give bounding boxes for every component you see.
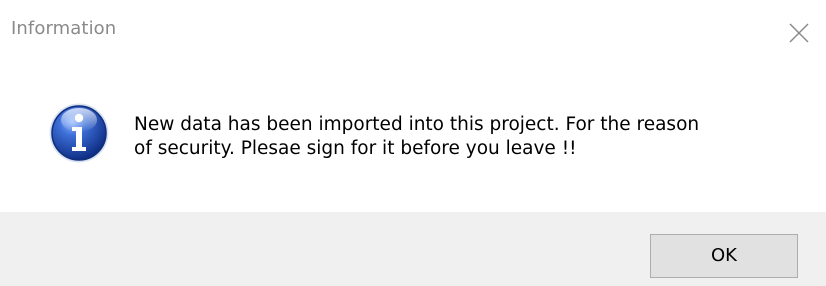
title-bar: Information: [0, 0, 826, 64]
dialog-message: New data has been imported into this pro…: [134, 114, 700, 159]
dialog-content: New data has been imported into this pro…: [0, 64, 826, 212]
close-x-icon: [789, 23, 809, 43]
information-dialog: Information New data has been imported i…: [0, 0, 826, 286]
information-icon: [48, 102, 110, 164]
dialog-footer: OK: [0, 212, 826, 286]
dialog-title: Information: [11, 18, 117, 39]
ok-button[interactable]: OK: [650, 234, 798, 278]
close-icon[interactable]: [785, 19, 813, 47]
